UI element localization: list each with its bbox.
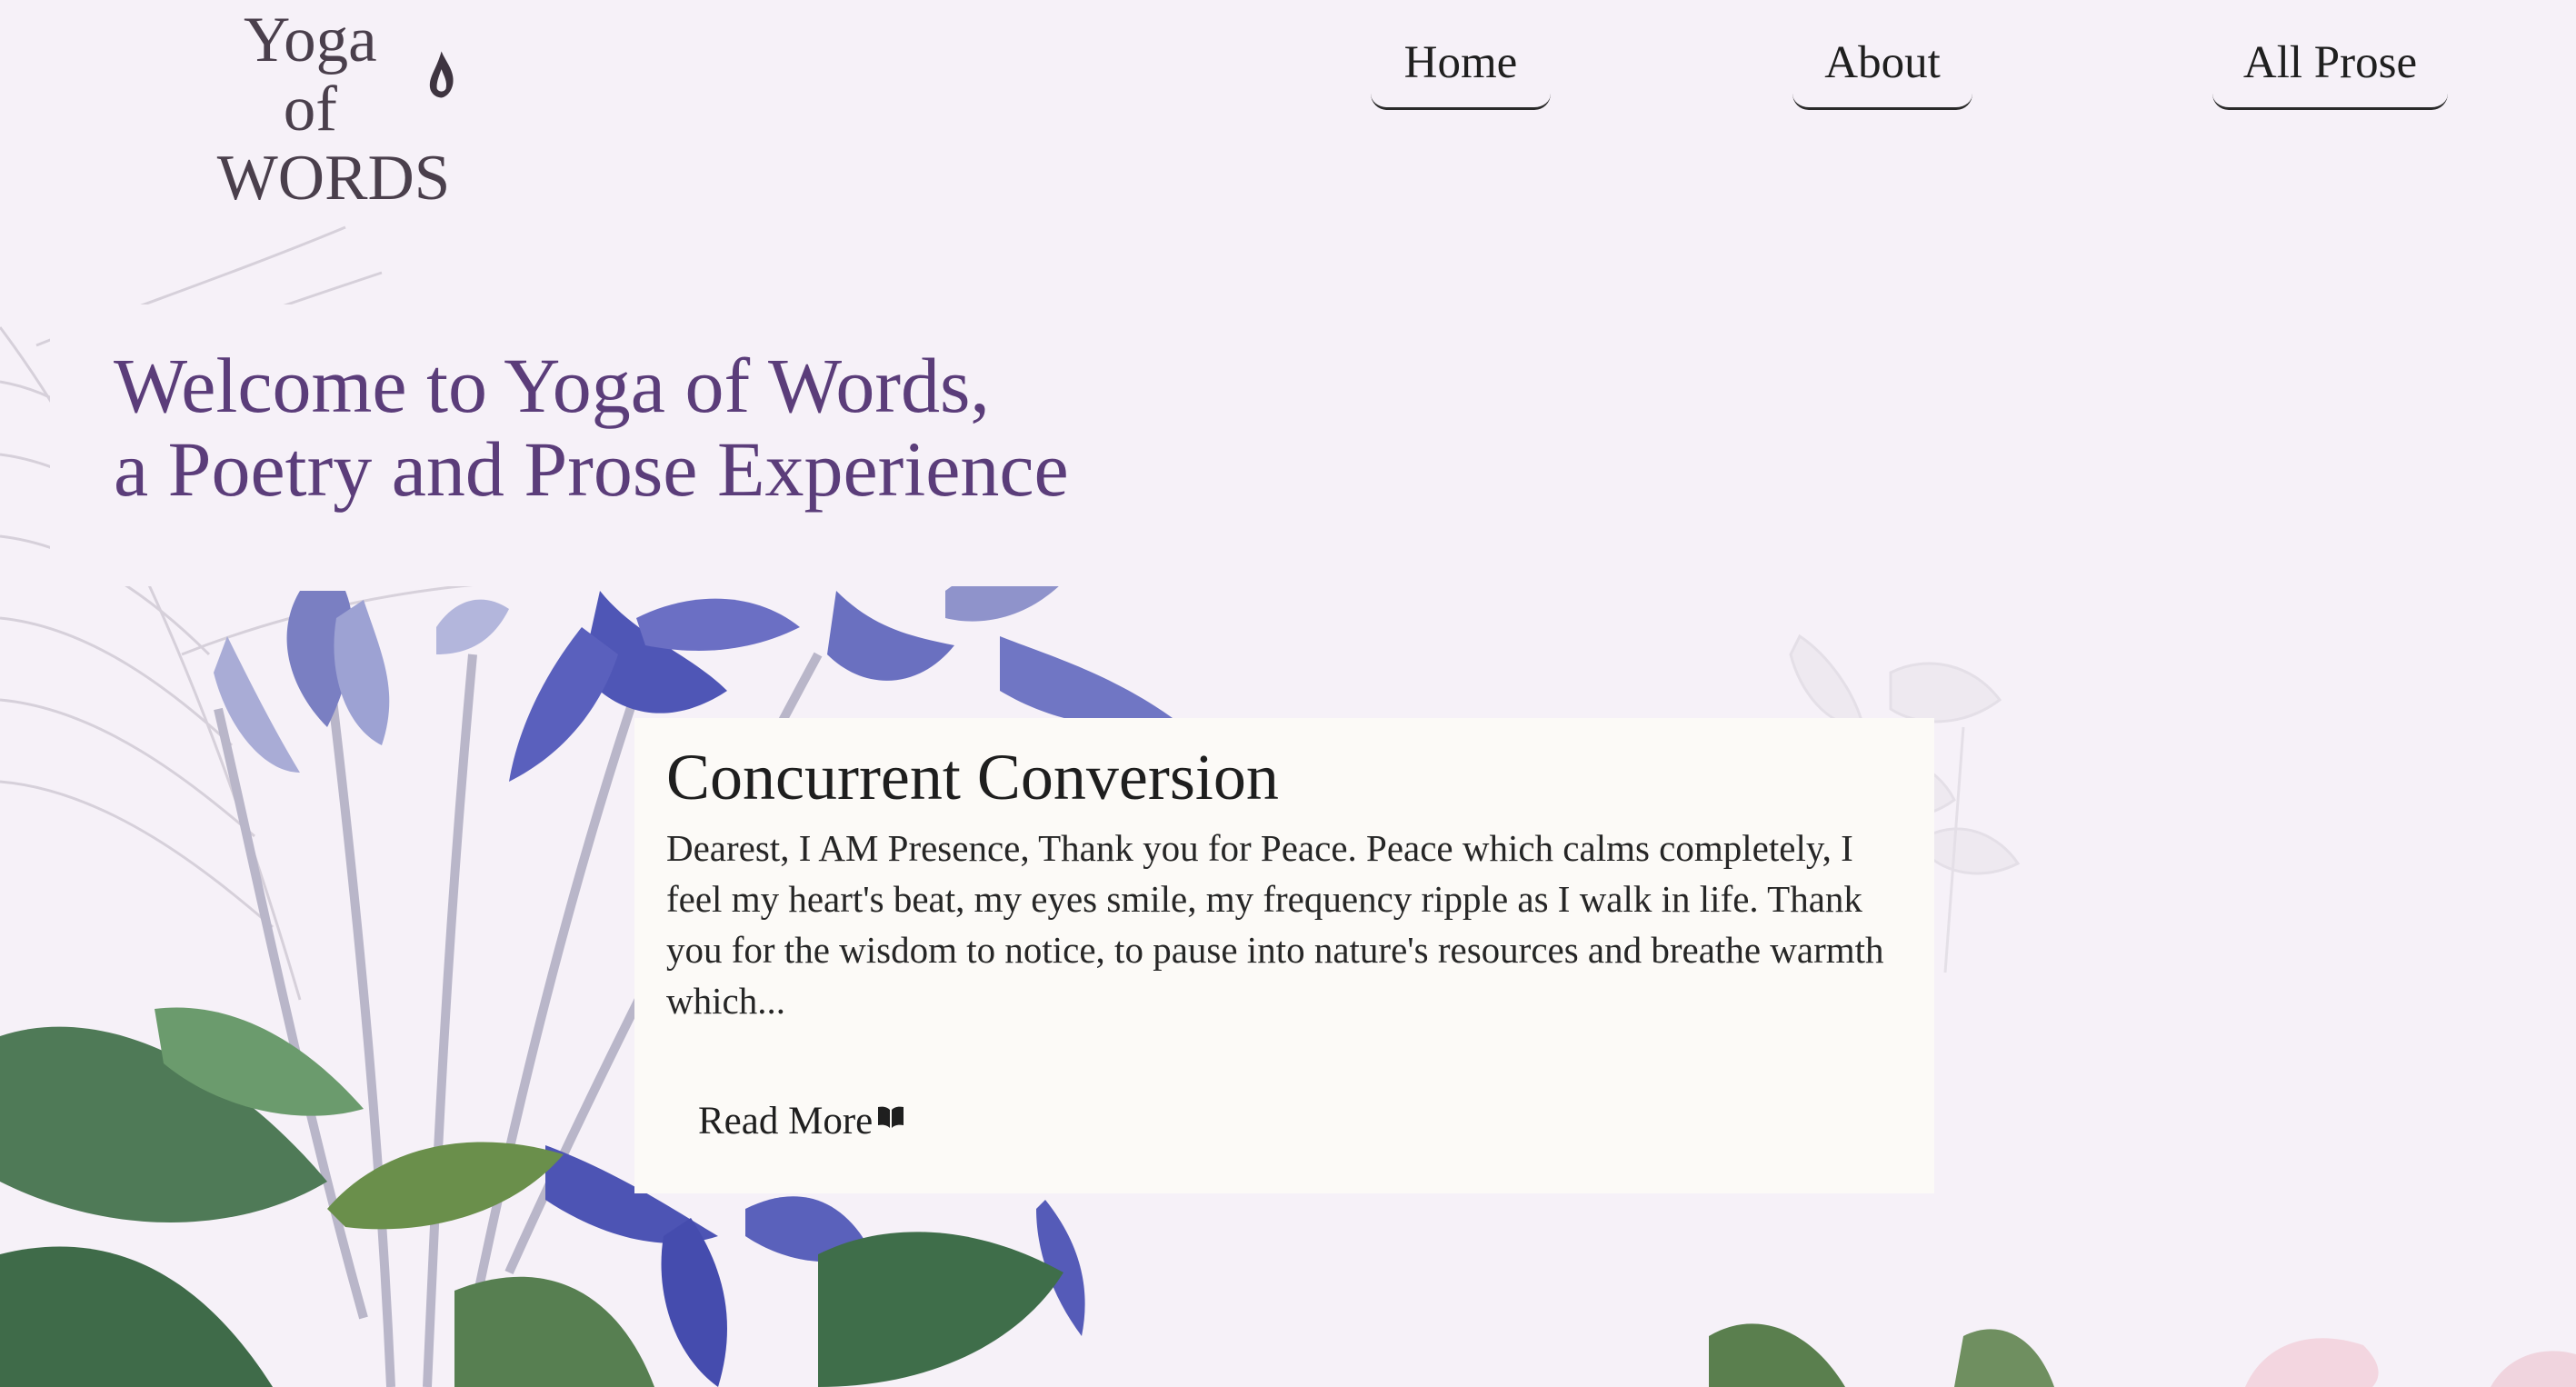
- logo-line-1: Yoga of: [211, 5, 456, 144]
- post-excerpt: Dearest, I AM Presence, Thank you for Pe…: [666, 827, 1884, 1022]
- logo-text-bottom: WORDS: [216, 143, 451, 214]
- nav-about-link[interactable]: About: [1792, 29, 1972, 110]
- pink-flower: [2245, 1338, 2576, 1387]
- hero-heading: Welcome to Yoga of Words, a Poetry and P…: [114, 344, 1069, 511]
- post-title[interactable]: Concurrent Conversion: [666, 741, 1279, 813]
- nav-home-link[interactable]: Home: [1371, 29, 1551, 110]
- flame-icon: [429, 51, 454, 98]
- nav-all-prose-link[interactable]: All Prose: [2212, 29, 2448, 110]
- hero-heading-line-1: Welcome to Yoga of Words,: [114, 342, 990, 429]
- hero-heading-line-2: a Poetry and Prose Experience: [114, 425, 1069, 513]
- read-more-button[interactable]: Read More: [698, 1093, 905, 1151]
- post-card: Concurrent Conversion Dearest, I AM Pres…: [634, 718, 1934, 1193]
- read-more-label: Read More: [698, 1100, 874, 1143]
- site-logo[interactable]: Yoga of WORDS: [211, 5, 456, 213]
- open-book-icon: [878, 1106, 904, 1128]
- logo-text-top: Yoga of: [244, 5, 377, 145]
